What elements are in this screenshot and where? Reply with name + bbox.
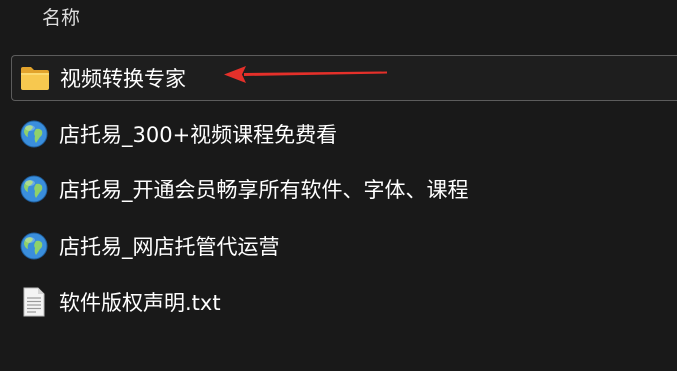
internet-shortcut-icon: [19, 231, 49, 261]
file-name: 软件版权声明.txt: [59, 291, 221, 315]
file-list: 视频转换专家 店托易_300+视频课程免费看 店托易_开通会员畅享所有软件、字体: [0, 0, 677, 371]
list-item-shortcut[interactable]: 店托易_300+视频课程免费看: [11, 111, 677, 157]
folder-icon: [20, 63, 50, 93]
internet-shortcut-icon: [19, 174, 49, 204]
red-arrow-annotation: [224, 66, 387, 83]
file-name: 店托易_开通会员畅享所有软件、字体、课程: [59, 178, 469, 202]
list-item-shortcut[interactable]: 店托易_开通会员畅享所有软件、字体、课程: [11, 166, 677, 212]
text-file-icon: [19, 287, 49, 317]
list-item-text-file[interactable]: 软件版权声明.txt: [11, 279, 677, 325]
list-item-shortcut[interactable]: 店托易_网店托管代运营: [11, 223, 677, 269]
file-name: 店托易_网店托管代运营: [59, 235, 280, 259]
internet-shortcut-icon: [19, 119, 49, 149]
file-name: 店托易_300+视频课程免费看: [59, 123, 338, 147]
file-name: 视频转换专家: [60, 67, 186, 91]
